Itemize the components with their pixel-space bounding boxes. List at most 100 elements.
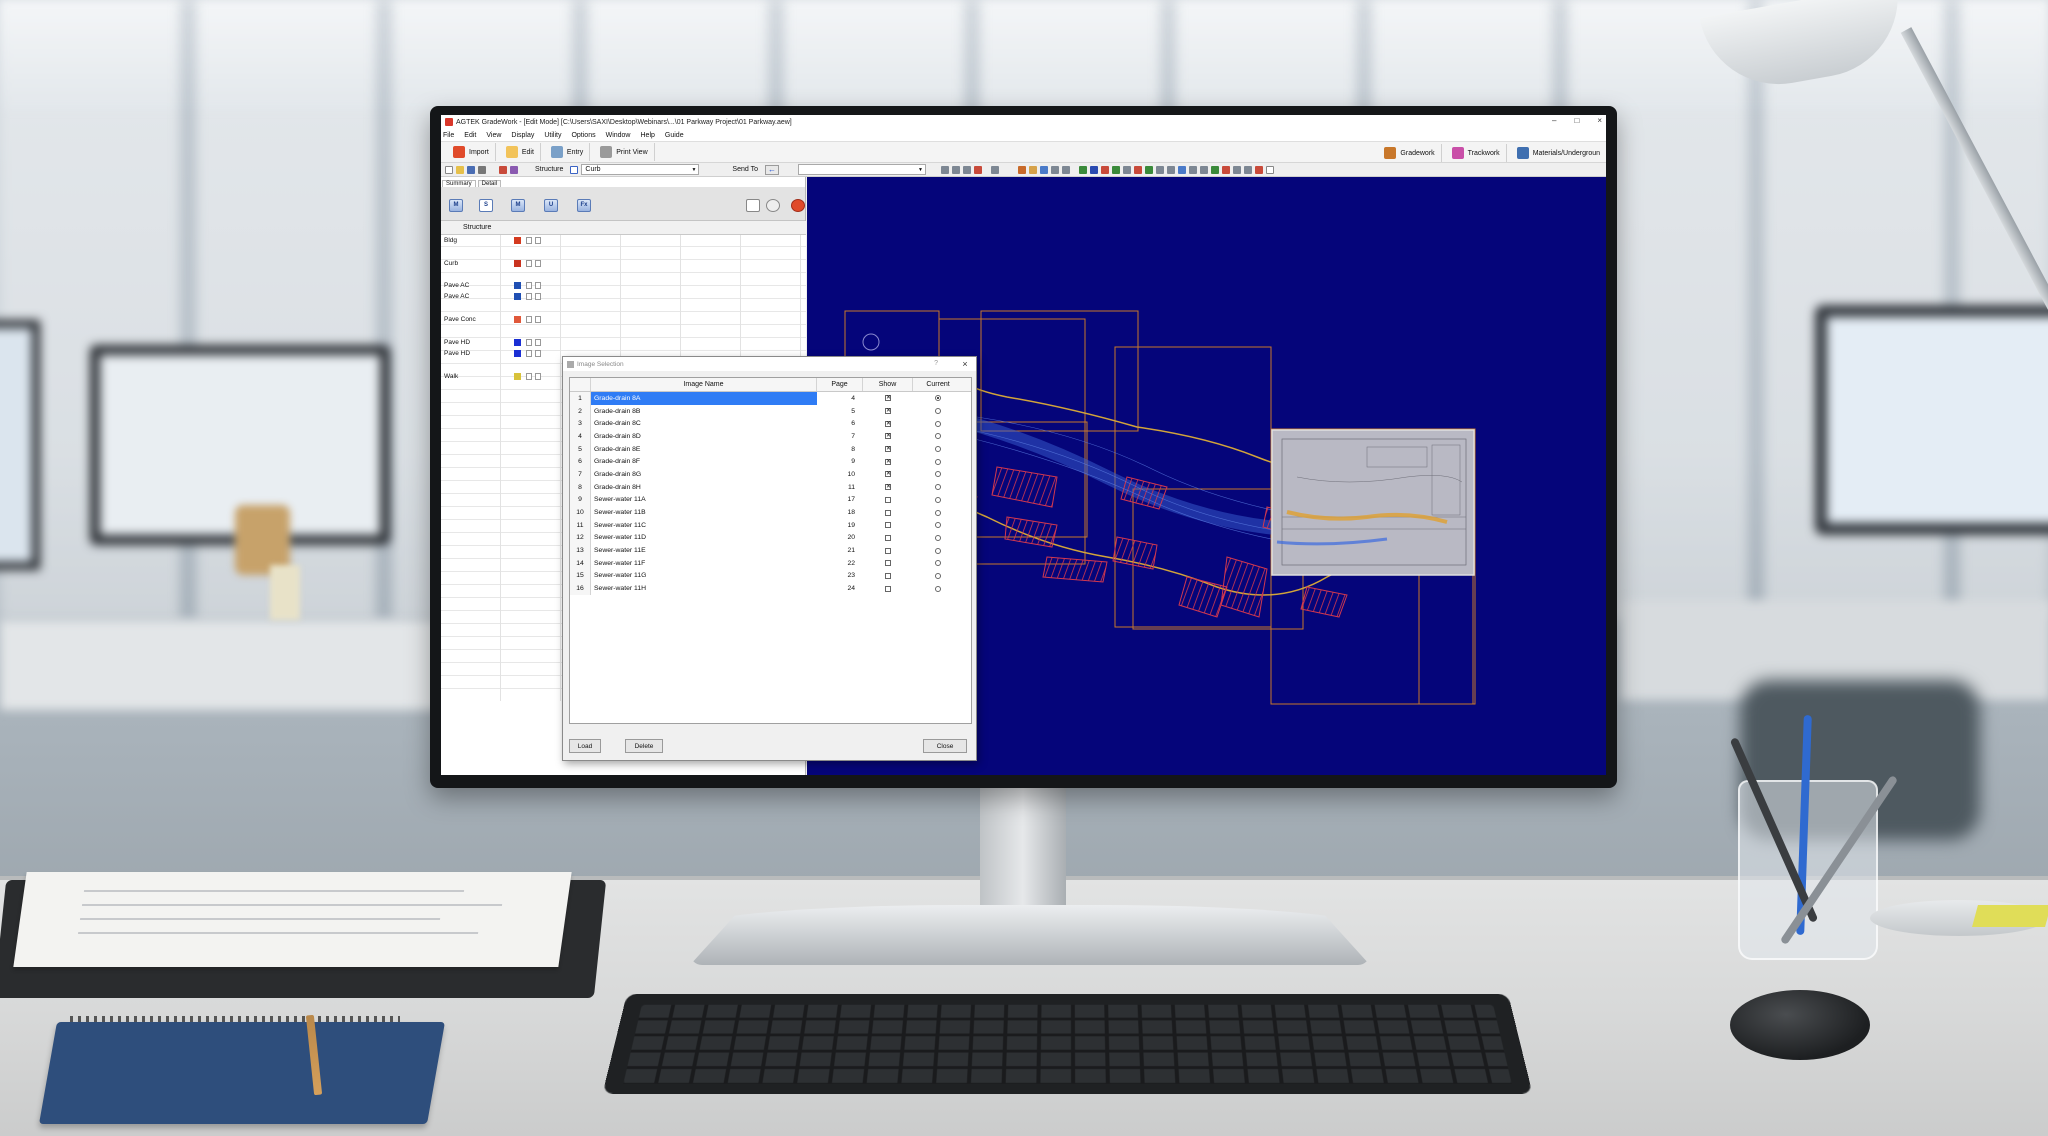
select-icon[interactable]	[1051, 166, 1059, 174]
maximize-button[interactable]: □	[1574, 116, 1579, 125]
layers-icon[interactable]	[499, 166, 507, 174]
magnify-icon[interactable]	[1040, 166, 1048, 174]
show-checkbox[interactable]: ✕	[885, 408, 891, 414]
load-button[interactable]: Load	[569, 739, 601, 753]
image-name-cell[interactable]: Sewer-water 11C	[591, 519, 817, 532]
table-icon[interactable]	[1211, 166, 1219, 174]
show-checkbox[interactable]: ✕	[885, 433, 891, 439]
show-checkbox[interactable]	[885, 548, 891, 554]
delete-icon[interactable]	[1255, 166, 1263, 174]
structure-icon[interactable]: S	[479, 199, 493, 212]
diamond-icon[interactable]	[1123, 166, 1131, 174]
pin-icon[interactable]	[1222, 166, 1230, 174]
table-row[interactable]: 16 Sewer-water 11H 24	[570, 582, 971, 595]
exit-icon[interactable]	[791, 199, 805, 212]
color-swatch[interactable]	[514, 293, 521, 300]
close-button[interactable]: Close	[923, 739, 967, 753]
redraw-icon[interactable]	[974, 166, 982, 174]
minimize-button[interactable]: –	[1552, 116, 1556, 125]
tab-summary[interactable]: Summary	[442, 180, 476, 187]
save-icon[interactable]	[467, 166, 475, 174]
table-row[interactable]: 1 Grade-drain 8A 4 ✕	[570, 392, 971, 405]
table-row[interactable]: 14 Sewer-water 11F 22	[570, 557, 971, 570]
import-button[interactable]: Import	[447, 143, 496, 161]
grid-icon[interactable]	[510, 166, 518, 174]
new-icon[interactable]	[445, 166, 453, 174]
header-show[interactable]: Show	[863, 378, 913, 391]
menu-display[interactable]: Display	[511, 132, 534, 139]
current-radio[interactable]	[935, 408, 941, 414]
send-to-dropdown[interactable]: ▼	[798, 164, 926, 175]
table-row[interactable]: 8 Grade-drain 8H 11 ✕	[570, 481, 971, 494]
structure-row[interactable]: Bldg	[444, 237, 544, 244]
offset-icon[interactable]	[1167, 166, 1175, 174]
structure-dropdown[interactable]: Curb ▼	[581, 164, 699, 175]
structure-row[interactable]: Pave AC	[444, 282, 544, 289]
header-image-name[interactable]: Image Name	[591, 378, 817, 391]
pan-icon[interactable]	[963, 166, 971, 174]
current-radio[interactable]	[935, 395, 941, 401]
menu-view[interactable]: View	[486, 132, 501, 139]
settings-icon[interactable]	[1244, 166, 1252, 174]
trackwork-button[interactable]: Trackwork	[1446, 144, 1507, 162]
table-row[interactable]: 10 Sewer-water 11B 18	[570, 506, 971, 519]
image-name-cell[interactable]: Sewer-water 11H	[591, 582, 817, 595]
structure-row[interactable]: Curb	[444, 260, 544, 267]
gradework-button[interactable]: Gradework	[1378, 144, 1441, 162]
image-name-cell[interactable]: Sewer-water 11D	[591, 532, 817, 545]
structure-row[interactable]: Pave HD	[444, 350, 544, 357]
menu-help[interactable]: Help	[641, 132, 655, 139]
zoom-extents-icon[interactable]	[952, 166, 960, 174]
color-swatch[interactable]	[514, 282, 521, 289]
image-name-cell[interactable]: Sewer-water 11F	[591, 557, 817, 570]
copy-icon[interactable]	[1062, 166, 1070, 174]
line-icon[interactable]	[1079, 166, 1087, 174]
hand-icon[interactable]	[1029, 166, 1037, 174]
image-name-cell[interactable]: Grade-drain 8F	[591, 455, 817, 468]
menu-options[interactable]: Options	[571, 132, 595, 139]
show-checkbox[interactable]	[885, 586, 891, 592]
arrow-icon[interactable]	[1112, 166, 1120, 174]
image-name-cell[interactable]: Grade-drain 8C	[591, 417, 817, 430]
structure-row[interactable]: Pave Conc	[444, 316, 544, 323]
table-row[interactable]: 6 Grade-drain 8F 9 ✕	[570, 455, 971, 468]
join-icon[interactable]	[1156, 166, 1164, 174]
show-checkbox[interactable]	[885, 522, 891, 528]
show-checkbox[interactable]: ✕	[885, 459, 891, 465]
mass-icon[interactable]: M	[449, 199, 463, 212]
page-icon[interactable]	[1266, 166, 1274, 174]
table-row[interactable]: 15 Sewer-water 11G 23	[570, 570, 971, 583]
color-swatch[interactable]	[514, 350, 521, 357]
image-name-cell[interactable]: Sewer-water 11E	[591, 544, 817, 557]
break-icon[interactable]	[1145, 166, 1153, 174]
structure-row[interactable]: Pave HD	[444, 339, 544, 346]
image-name-cell[interactable]: Sewer-water 11G	[591, 570, 817, 583]
current-radio[interactable]	[935, 548, 941, 554]
current-radio[interactable]	[935, 433, 941, 439]
align-icon[interactable]	[1200, 166, 1208, 174]
close-window-button[interactable]: ×	[1597, 116, 1602, 125]
table-row[interactable]: 11 Sewer-water 11C 19	[570, 519, 971, 532]
current-radio[interactable]	[935, 522, 941, 528]
print-view-button[interactable]: Print View	[594, 143, 654, 161]
image-name-cell[interactable]: Sewer-water 11B	[591, 506, 817, 519]
show-checkbox[interactable]	[885, 573, 891, 579]
current-radio[interactable]	[935, 573, 941, 579]
color-swatch[interactable]	[514, 339, 521, 346]
current-radio[interactable]	[935, 459, 941, 465]
current-radio[interactable]	[935, 510, 941, 516]
branch-icon[interactable]	[1090, 166, 1098, 174]
current-radio[interactable]	[935, 421, 941, 427]
open-icon[interactable]	[456, 166, 464, 174]
show-checkbox[interactable]: ✕	[885, 446, 891, 452]
function-icon[interactable]: Fx	[577, 199, 591, 212]
header-current[interactable]: Current	[913, 378, 963, 391]
help-button[interactable]: ?	[934, 360, 938, 367]
current-radio[interactable]	[935, 497, 941, 503]
table-row[interactable]: 7 Grade-drain 8G 10 ✕	[570, 468, 971, 481]
image-name-cell[interactable]: Grade-drain 8E	[591, 443, 817, 456]
color-swatch[interactable]	[514, 373, 521, 380]
edit-button[interactable]: Edit	[500, 143, 541, 161]
menu-window[interactable]: Window	[606, 132, 631, 139]
current-radio[interactable]	[935, 535, 941, 541]
